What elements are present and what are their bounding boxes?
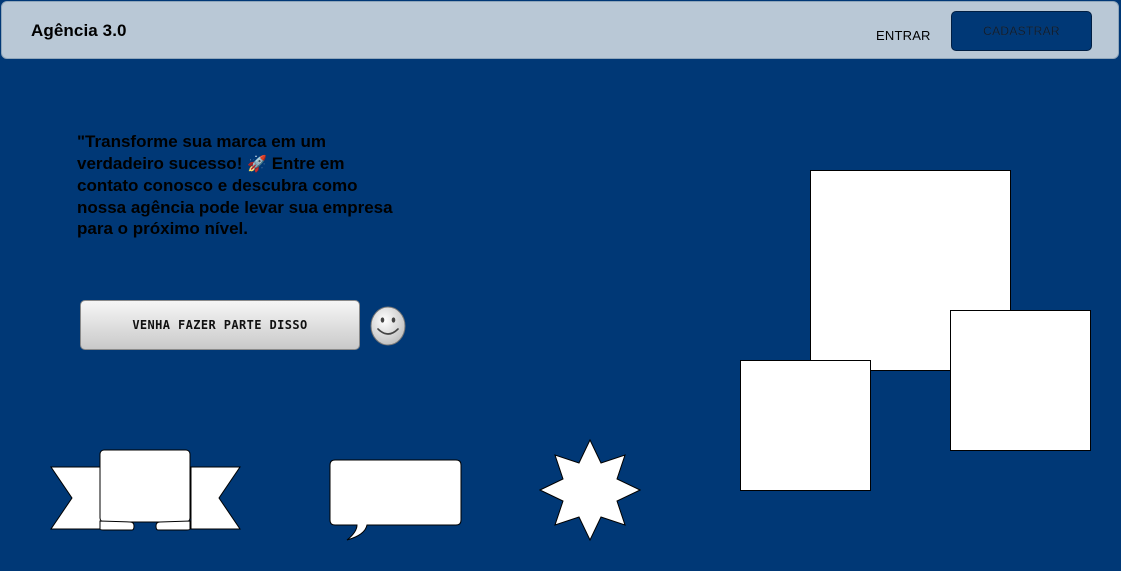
- star-shape: [539, 439, 641, 541]
- hero-tagline: "Transforme sua marca em um verdadeiro s…: [77, 131, 397, 240]
- login-link[interactable]: ENTRAR: [876, 28, 931, 43]
- image-placeholder-right: [950, 310, 1091, 451]
- ribbon-banner-shape: [50, 449, 241, 531]
- speech-bubble-shape: [329, 459, 462, 541]
- rocket-icon: 🚀: [247, 155, 267, 173]
- brand-title: Agência 3.0: [31, 21, 127, 40]
- navbar: Agência 3.0 ENTRAR CADASTRAR: [1, 1, 1119, 59]
- image-placeholder-left: [740, 360, 871, 491]
- signup-button[interactable]: CADASTRAR: [951, 11, 1092, 51]
- smiley-icon: [370, 306, 406, 346]
- cta-button[interactable]: VENHA FAZER PARTE DISSO: [80, 300, 360, 350]
